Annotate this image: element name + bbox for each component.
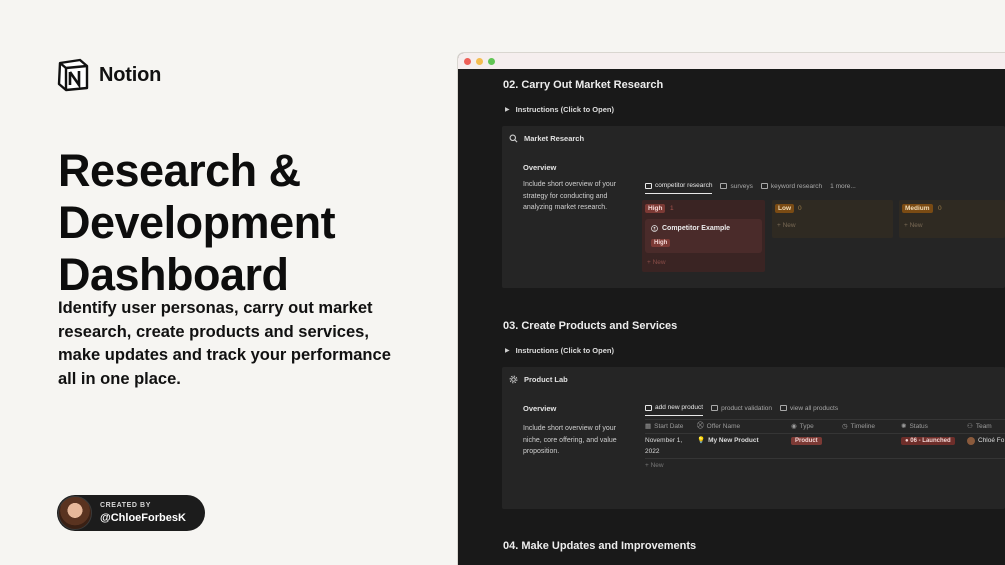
tab-add-new-product[interactable]: add new product	[645, 404, 704, 416]
page-content: 02. Carry Out Market Research ▶ Instruct…	[458, 69, 1005, 565]
new-item-button-high[interactable]: + New	[647, 259, 666, 266]
toggle-label: Instructions (Click to Open)	[515, 346, 614, 355]
new-row-button[interactable]: + New	[645, 461, 664, 472]
column-count-medium: 0	[938, 205, 942, 212]
toggle-label: Instructions (Click to Open)	[515, 105, 614, 114]
gallery-icon	[780, 405, 788, 411]
column-header-start-date[interactable]: ▦ Start Date	[645, 422, 683, 431]
gear-icon	[509, 375, 518, 384]
notion-logo-icon	[57, 58, 89, 92]
cell-type: Product	[791, 436, 822, 447]
column-tag-medium: Medium	[902, 204, 933, 213]
app-window: 02. Carry Out Market Research ▶ Instruct…	[458, 53, 1005, 565]
column-header-type[interactable]: ◉ Type	[791, 422, 814, 431]
board-column-low: Low 0 + New	[772, 200, 893, 238]
column-header-offer-name[interactable]: ⛒ Offer Name	[697, 422, 740, 430]
column-count-low: 0	[798, 205, 802, 212]
tab-keyword-research[interactable]: keyword research	[760, 183, 822, 194]
lightbulb-icon: 💡	[697, 437, 706, 444]
brand-name: Notion	[99, 63, 162, 86]
minimize-window-button[interactable]	[476, 57, 483, 65]
column-header-team[interactable]: ⚇ Team	[967, 422, 992, 431]
column-tag-high: High	[645, 204, 666, 213]
hero-title: Research & Development Dashboard	[58, 145, 336, 300]
market-overview-title: Overview	[523, 163, 557, 172]
tab-competitor-research[interactable]: competitor research	[645, 182, 713, 194]
toggle-triangle-icon: ▶	[505, 107, 510, 113]
product-view-tabs: add new product product validation view …	[645, 404, 838, 416]
creator-avatar	[58, 496, 92, 530]
cell-status: ● 06 - Launched	[901, 436, 955, 447]
table-icon	[645, 404, 652, 411]
tab-view-all-products[interactable]: view all products	[780, 405, 838, 416]
market-research-header: Market Research	[509, 134, 584, 143]
creator-handle: @ChloeForbesK	[100, 512, 186, 524]
cart-icon: ⛒	[697, 422, 704, 429]
board-column-medium: Medium 0 + New	[899, 200, 1005, 238]
status-badge: ● 06 - Launched	[901, 437, 955, 445]
new-item-button-low[interactable]: + New	[777, 222, 796, 229]
column-header-timeline[interactable]: ◷ Timeline	[842, 422, 875, 431]
card-title: Competitor Example	[651, 225, 730, 232]
column-count-high: 1	[670, 205, 674, 212]
close-window-button[interactable]	[464, 57, 471, 65]
person-icon	[651, 225, 658, 232]
cell-team: Chloé Fo	[967, 436, 1004, 447]
new-item-button-medium[interactable]: + New	[904, 222, 923, 229]
cell-start-date: November 1, 2022	[645, 437, 683, 455]
section-heading-updates: 04. Make Updates and Improvements	[503, 540, 697, 552]
tab-product-validation[interactable]: product validation	[711, 405, 772, 416]
status-icon: ✺	[901, 423, 907, 430]
card-priority-tag: High	[651, 239, 671, 247]
instructions-toggle-market[interactable]: ▶ Instructions (Click to Open)	[505, 105, 614, 114]
clock-icon: ◷	[842, 423, 848, 430]
product-overview-text: Include short overview of your niche, co…	[523, 425, 617, 455]
market-research-panel: Market Research Overview Include short o…	[502, 126, 1005, 288]
hero-subtitle: Identify user personas, carry out market…	[58, 299, 391, 388]
table-icon	[645, 182, 652, 189]
search-icon	[509, 134, 518, 143]
window-titlebar	[458, 53, 1005, 69]
creator-badge[interactable]: CREATED BY @ChloeForbesK	[57, 495, 205, 531]
tab-surveys[interactable]: surveys	[720, 183, 753, 194]
avatar	[967, 437, 975, 446]
instructions-toggle-products[interactable]: ▶ Instructions (Click to Open)	[505, 346, 614, 355]
notion-brand: Notion	[55, 57, 161, 93]
people-icon: ⚇	[967, 423, 973, 430]
table-icon	[760, 183, 768, 189]
select-icon: ◉	[791, 423, 797, 430]
market-view-tabs: competitor research surveys keyword rese…	[645, 182, 856, 194]
toggle-triangle-icon: ▶	[505, 348, 510, 354]
card-competitor-example[interactable]: Competitor Example High	[645, 219, 762, 253]
product-lab-header: Product Lab	[509, 375, 568, 384]
market-research-title: Market Research	[524, 134, 585, 143]
column-tag-low: Low	[775, 204, 794, 213]
calendar-icon: ▦	[645, 423, 652, 430]
tab-more[interactable]: 1 more...	[830, 183, 856, 194]
product-table: ▦ Start Date ⛒ Offer Name ◉ Type ◷ Timeline …	[645, 419, 1005, 502]
board-column-high: High 1 Competitor Example High + New	[642, 200, 765, 272]
column-header-status[interactable]: ✺ Status	[901, 422, 928, 431]
section-heading-products: 03. Create Products and Services	[503, 320, 678, 332]
market-overview-text: Include short overview of your strategy …	[523, 181, 616, 211]
cell-offer-name[interactable]: 💡 My New Product	[697, 436, 759, 447]
table-icon	[720, 183, 728, 189]
product-lab-title: Product Lab	[524, 375, 568, 384]
product-overview-title: Overview	[523, 404, 557, 413]
section-heading-market-research: 02. Carry Out Market Research	[503, 79, 664, 91]
creator-label: CREATED BY	[100, 502, 151, 509]
product-lab-panel: Product Lab Overview Include short overv…	[502, 367, 1005, 509]
table-icon	[711, 405, 719, 411]
maximize-window-button[interactable]	[488, 57, 495, 65]
